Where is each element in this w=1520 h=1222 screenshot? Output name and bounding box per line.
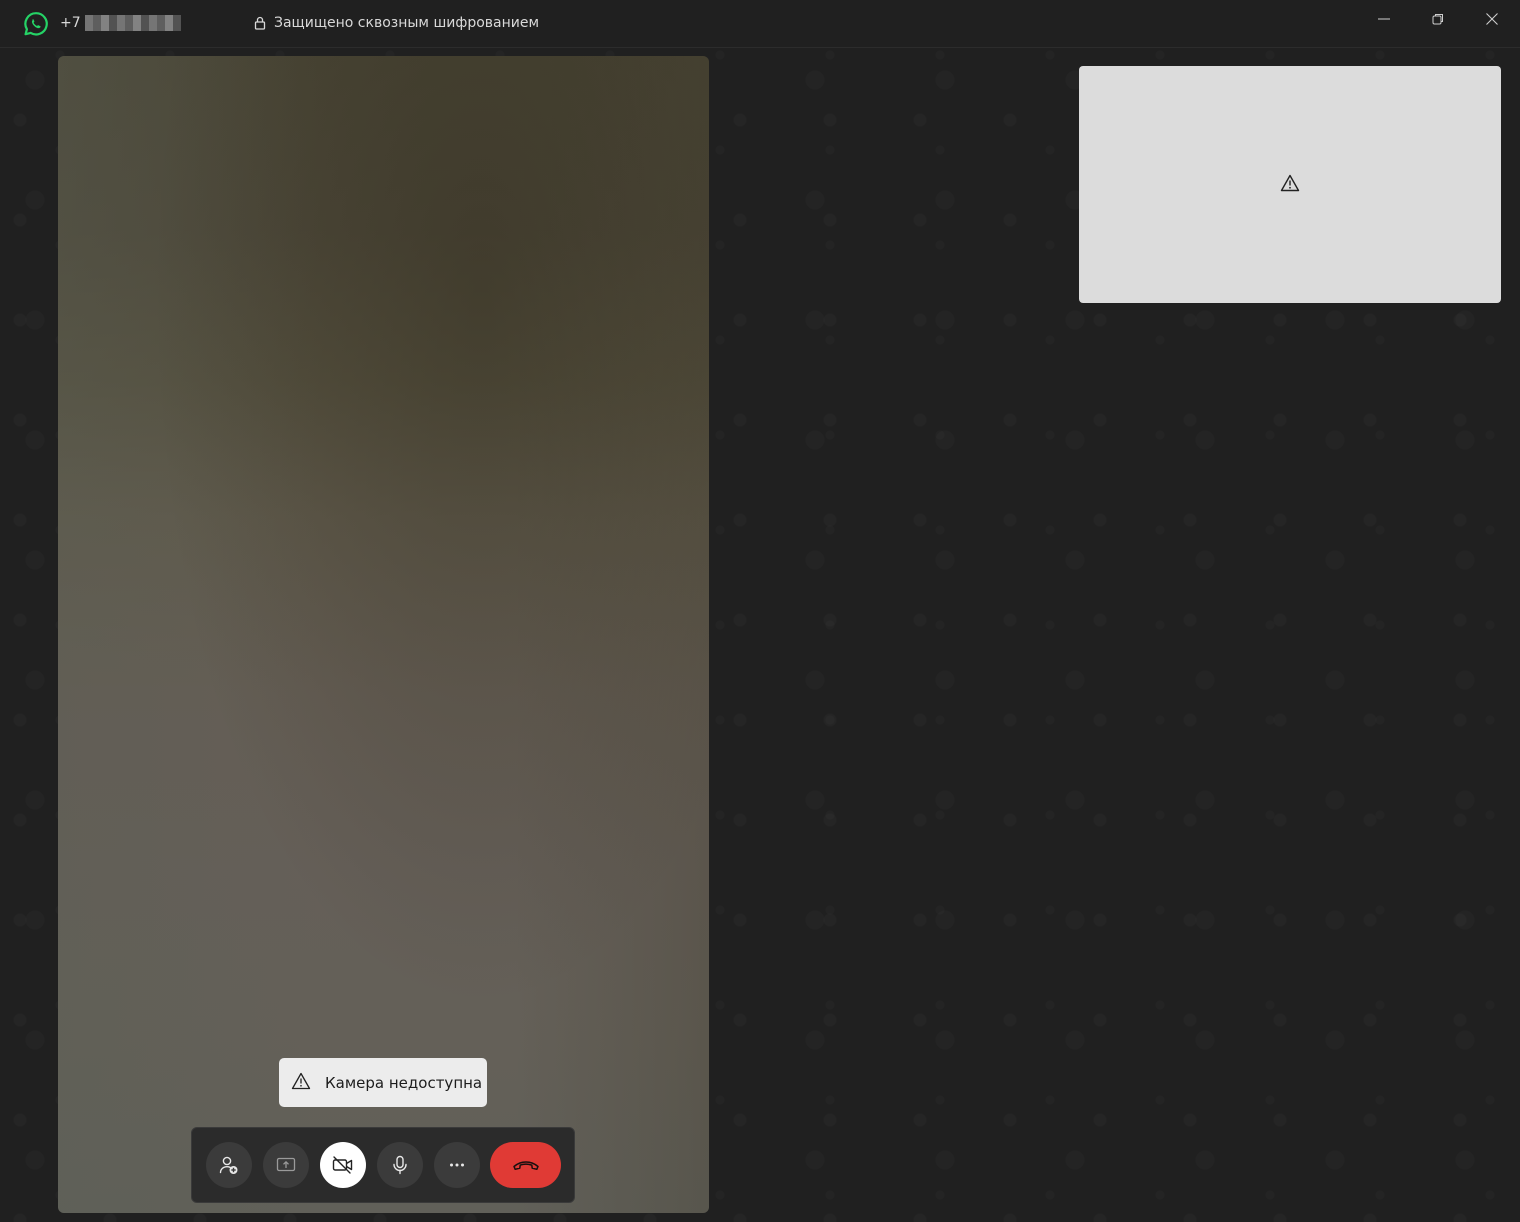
phone-number-redacted xyxy=(84,15,181,31)
add-participant-button[interactable] xyxy=(206,1142,252,1188)
minimize-icon xyxy=(1378,18,1390,20)
share-screen-button[interactable] xyxy=(263,1142,309,1188)
call-controls xyxy=(191,1127,575,1203)
lock-icon xyxy=(254,16,266,30)
mute-button[interactable] xyxy=(377,1142,423,1188)
add-person-icon xyxy=(219,1156,238,1174)
share-screen-icon xyxy=(276,1157,296,1172)
close-button[interactable] xyxy=(1472,4,1512,34)
encryption-notice[interactable]: Защищено сквозным шифрованием xyxy=(254,15,539,31)
warning-icon xyxy=(1280,174,1300,196)
contact-phone: +7 xyxy=(60,15,181,31)
phone-prefix: +7 xyxy=(60,15,81,31)
camera-off-icon xyxy=(332,1156,353,1174)
encryption-text: Защищено сквозным шифрованием xyxy=(274,15,540,31)
hang-up-icon xyxy=(512,1161,539,1171)
camera-unavailable-toast: Камера недоступна xyxy=(279,1058,487,1107)
whatsapp-logo-icon xyxy=(23,11,49,37)
restore-button[interactable] xyxy=(1418,4,1458,34)
microphone-icon xyxy=(393,1155,407,1175)
close-icon xyxy=(1486,13,1498,25)
end-call-button[interactable] xyxy=(490,1142,561,1188)
minimize-button[interactable] xyxy=(1364,4,1404,34)
warning-icon xyxy=(291,1072,311,1094)
remote-video xyxy=(58,56,709,1213)
title-bar: +7 Защищено сквозным шифрованием xyxy=(0,0,1520,48)
camera-toggle-button[interactable] xyxy=(320,1142,366,1188)
more-icon xyxy=(450,1163,464,1167)
restore-icon xyxy=(1432,14,1443,25)
more-options-button[interactable] xyxy=(434,1142,480,1188)
call-window: +7 Защищено сквозным шифрованием Камера … xyxy=(0,0,1520,1222)
toast-message: Камера недоступна xyxy=(325,1073,483,1092)
self-view-tile[interactable] xyxy=(1079,66,1501,303)
